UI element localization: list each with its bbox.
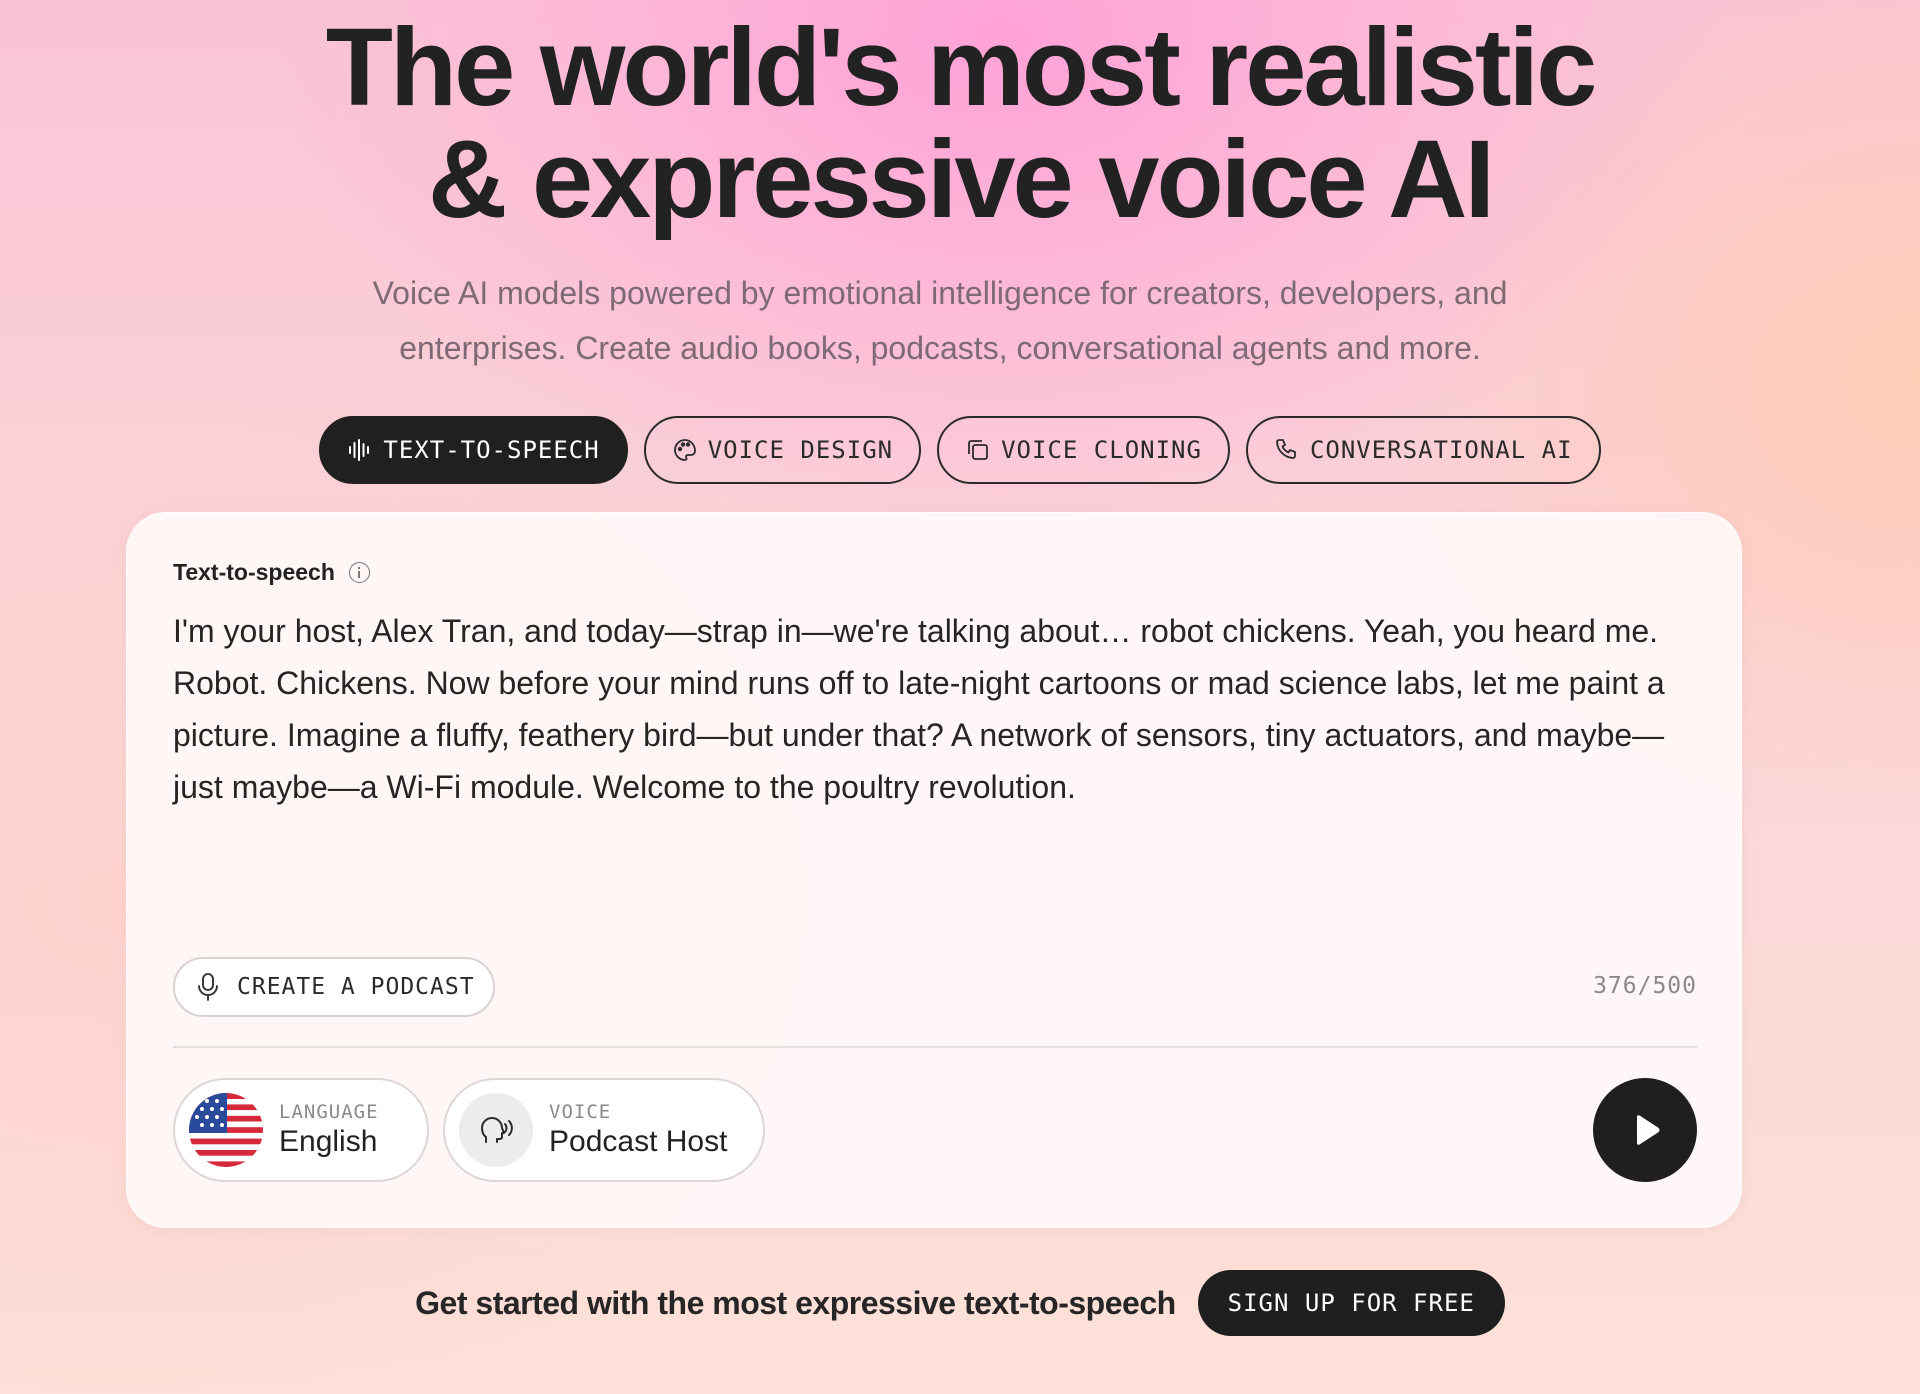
divider <box>173 1046 1697 1048</box>
voice-label: VOICE <box>549 1101 612 1123</box>
create-podcast-button[interactable]: CREATE A PODCAST <box>173 957 495 1017</box>
card-label-text: Text-to-speech <box>173 559 335 585</box>
product-tabs: TEXT-TO-SPEECH VOICE DESIGN VOICE CLONIN… <box>0 416 1920 484</box>
hero-title-line2: & expressive voice AI <box>427 118 1495 241</box>
tab-text-to-speech[interactable]: TEXT-TO-SPEECH <box>319 416 628 484</box>
tts-card: Text-to-speech I'm your host, Alex Tran,… <box>126 512 1742 1228</box>
voice-value: Podcast Host <box>549 1125 728 1158</box>
tab-label: TEXT-TO-SPEECH <box>383 436 600 464</box>
cta-text: Get started with the most expressive tex… <box>415 1284 1176 1321</box>
hero-title-line1: The world's most realistic <box>325 6 1598 129</box>
language-selector[interactable]: LANGUAGE English <box>173 1078 429 1182</box>
hero-subtitle-line1: Voice AI models powered by emotional int… <box>372 275 1508 311</box>
language-value: English <box>279 1125 378 1158</box>
voice-selector[interactable]: VOICE Podcast Host <box>443 1078 765 1182</box>
us-flag-icon <box>189 1093 263 1167</box>
voice-text: VOICE Podcast Host <box>549 1101 727 1159</box>
hero-title: The world's most realistic & expressive … <box>0 12 1920 236</box>
create-podcast-label: CREATE A PODCAST <box>237 974 475 1000</box>
hero-subtitle: Voice AI models powered by emotional int… <box>300 266 1580 376</box>
tab-voice-cloning[interactable]: VOICE CLONING <box>937 416 1230 484</box>
tab-label: CONVERSATIONAL AI <box>1309 436 1573 464</box>
character-count: 376/500 <box>1593 973 1697 999</box>
play-icon <box>1637 1115 1660 1145</box>
sign-up-button[interactable]: SIGN UP FOR FREE <box>1197 1270 1505 1336</box>
palette-icon <box>673 439 696 461</box>
tab-voice-design[interactable]: VOICE DESIGN <box>643 416 922 484</box>
hero-subtitle-line2: enterprises. Create audio books, podcast… <box>399 330 1481 366</box>
info-icon[interactable] <box>348 562 370 583</box>
copy-icon <box>968 440 988 460</box>
tts-text-input[interactable]: I'm your host, Alex Tran, and today—stra… <box>173 605 1713 813</box>
phone-icon <box>1276 439 1296 459</box>
tab-conversational-ai[interactable]: CONVERSATIONAL AI <box>1245 416 1601 484</box>
tab-label: VOICE DESIGN <box>707 436 894 464</box>
tab-label: VOICE CLONING <box>1001 436 1202 464</box>
language-text: LANGUAGE English <box>279 1101 379 1159</box>
signup-cta: Get started with the most expressive tex… <box>0 1270 1920 1336</box>
speaking-head-icon <box>459 1093 533 1167</box>
play-button[interactable] <box>1593 1078 1697 1182</box>
microphone-icon <box>198 973 218 1001</box>
waveform-icon <box>349 439 370 461</box>
card-label: Text-to-speech <box>173 559 370 586</box>
language-label: LANGUAGE <box>279 1101 379 1123</box>
